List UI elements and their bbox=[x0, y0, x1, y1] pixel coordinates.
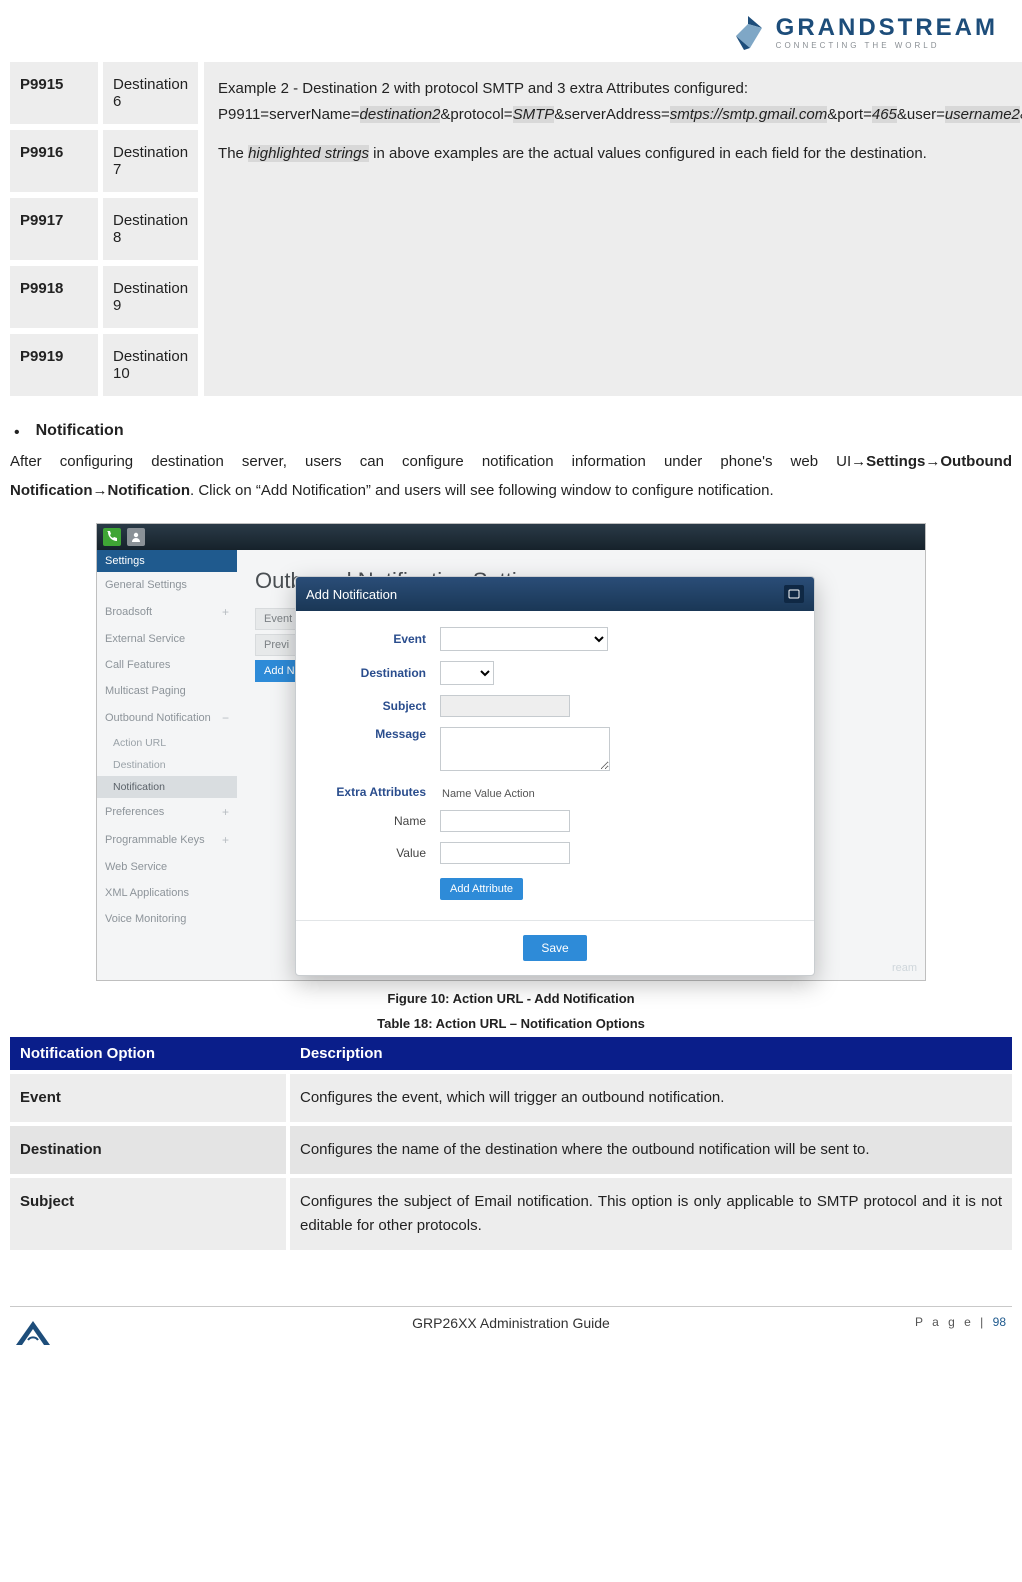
label-subject: Subject bbox=[314, 699, 440, 713]
footer-guide-title: GRP26XX Administration Guide bbox=[412, 1315, 610, 1331]
table-row: P9915Destination 6 bbox=[10, 62, 198, 124]
add-notification-modal: Add Notification Event Destination Subje… bbox=[295, 576, 815, 976]
header-description: Description bbox=[290, 1037, 1012, 1070]
brand-tagline: CONNECTING THE WORLD bbox=[776, 42, 998, 50]
label-event: Event bbox=[314, 632, 440, 646]
sidebar-item-web-service[interactable]: Web Service bbox=[97, 854, 237, 880]
opt-desc: Configures the subject of Email notifica… bbox=[290, 1174, 1012, 1250]
dest-code: P9919 bbox=[10, 334, 98, 396]
attr-name-input[interactable] bbox=[440, 810, 570, 832]
notification-options-table: Notification Option Description EventCon… bbox=[10, 1037, 1012, 1250]
sidebar-sub-destination[interactable]: Destination bbox=[97, 754, 237, 776]
plus-icon: + bbox=[222, 805, 229, 819]
example-config-string: P9911=serverName=destination2&protocol=S… bbox=[218, 102, 1022, 128]
dest-label: Destination 8 bbox=[103, 198, 198, 260]
sidebar-item-broadsoft[interactable]: Broadsoft+ bbox=[97, 598, 237, 626]
table-row: DestinationConfigures the name of the de… bbox=[10, 1122, 1012, 1174]
example-note: The highlighted strings in above example… bbox=[218, 141, 1022, 167]
bullet-icon: • bbox=[14, 422, 20, 444]
sidebar-item-call-features[interactable]: Call Features bbox=[97, 652, 237, 678]
label-extra-attributes: Extra Attributes bbox=[314, 785, 440, 799]
label-name: Name bbox=[314, 814, 440, 828]
brand-name: GRANDSTREAM bbox=[776, 16, 998, 40]
table-row: P9919Destination 10 bbox=[10, 334, 198, 396]
opt-key: Destination bbox=[10, 1122, 290, 1174]
header-option: Notification Option bbox=[10, 1037, 290, 1070]
sidebar-item-xml-apps[interactable]: XML Applications bbox=[97, 880, 237, 906]
sidebar-item-voice-monitoring[interactable]: Voice Monitoring bbox=[97, 906, 237, 932]
table-row: P9916Destination 7 bbox=[10, 130, 198, 192]
sidebar-item-preferences[interactable]: Preferences+ bbox=[97, 798, 237, 826]
notification-title: Notification bbox=[36, 422, 124, 440]
example-text: Example 2 - Destination 2 with protocol … bbox=[204, 62, 1022, 396]
brand-mark-icon bbox=[730, 14, 766, 52]
attr-value-input[interactable] bbox=[440, 842, 570, 864]
notification-paragraph: After configuring destination server, us… bbox=[10, 448, 1012, 505]
label-message: Message bbox=[314, 727, 440, 741]
table-row: P9918Destination 9 bbox=[10, 266, 198, 328]
figure-caption: Figure 10: Action URL - Add Notification bbox=[10, 991, 1012, 1006]
screenshot-sidebar: Settings General Settings Broadsoft+ Ext… bbox=[97, 550, 237, 980]
sidebar-sub-notification[interactable]: Notification bbox=[97, 776, 237, 798]
brand-header: GRANDSTREAM CONNECTING THE WORLD bbox=[10, 10, 1012, 62]
plus-icon: + bbox=[222, 605, 229, 619]
sidebar-sub-action-url[interactable]: Action URL bbox=[97, 732, 237, 754]
dest-code: P9917 bbox=[10, 198, 98, 260]
table-row: EventConfigures the event, which will tr… bbox=[10, 1070, 1012, 1122]
opt-desc: Configures the event, which will trigger… bbox=[290, 1070, 1012, 1122]
example-lead: Example 2 - Destination 2 with protocol … bbox=[218, 76, 1022, 102]
close-icon[interactable] bbox=[784, 585, 804, 603]
sidebar-item-programmable-keys[interactable]: Programmable Keys+ bbox=[97, 826, 237, 854]
contacts-icon bbox=[127, 528, 145, 546]
screenshot: Settings General Settings Broadsoft+ Ext… bbox=[96, 523, 926, 981]
sidebar-item-external-service[interactable]: External Service bbox=[97, 626, 237, 652]
label-destination: Destination bbox=[314, 666, 440, 680]
brand-logo: GRANDSTREAM CONNECTING THE WORLD bbox=[730, 14, 998, 52]
dest-label: Destination 6 bbox=[103, 62, 198, 124]
phone-icon bbox=[103, 528, 121, 546]
modal-header: Add Notification bbox=[296, 577, 814, 611]
table-row: P9917Destination 8 bbox=[10, 198, 198, 260]
extra-attr-columns: Name Value Action bbox=[442, 788, 535, 800]
dest-code: P9918 bbox=[10, 266, 98, 328]
label-value: Value bbox=[314, 846, 440, 860]
footer-brand-fragment: ream bbox=[892, 962, 917, 974]
sidebar-item-general[interactable]: General Settings bbox=[97, 572, 237, 598]
add-attribute-button[interactable]: Add Attribute bbox=[440, 878, 523, 900]
dest-label: Destination 7 bbox=[103, 130, 198, 192]
brand-text: GRANDSTREAM CONNECTING THE WORLD bbox=[776, 16, 998, 50]
minus-icon: − bbox=[222, 711, 229, 725]
save-button[interactable]: Save bbox=[523, 935, 586, 961]
dest-code: P9915 bbox=[10, 62, 98, 124]
event-select[interactable] bbox=[440, 627, 608, 651]
table-caption: Table 18: Action URL – Notification Opti… bbox=[10, 1016, 1012, 1031]
page-footer: GRP26XX Administration Guide P a g e | 9… bbox=[10, 1306, 1012, 1345]
footer-logo-icon bbox=[16, 1315, 50, 1345]
table-row: SubjectConfigures the subject of Email n… bbox=[10, 1174, 1012, 1250]
screenshot-topbar bbox=[97, 524, 925, 550]
plus-icon: + bbox=[222, 833, 229, 847]
opt-desc: Configures the name of the destination w… bbox=[290, 1122, 1012, 1174]
message-textarea[interactable] bbox=[440, 727, 610, 771]
sidebar-header: Settings bbox=[97, 550, 237, 572]
dest-code: P9916 bbox=[10, 130, 98, 192]
dest-label: Destination 9 bbox=[103, 266, 198, 328]
destinations-block: P9915Destination 6 P9916Destination 7 P9… bbox=[10, 62, 1012, 396]
notification-heading: • Notification bbox=[14, 422, 1012, 444]
sidebar-item-multicast[interactable]: Multicast Paging bbox=[97, 678, 237, 704]
table-header-row: Notification Option Description bbox=[10, 1037, 1012, 1070]
dest-label: Destination 10 bbox=[103, 334, 198, 396]
footer-page: P a g e | 98 bbox=[915, 1315, 1006, 1329]
modal-title: Add Notification bbox=[306, 587, 397, 602]
opt-key: Subject bbox=[10, 1174, 290, 1250]
destination-select[interactable] bbox=[440, 661, 494, 685]
tab-preview[interactable]: Previ bbox=[255, 634, 298, 656]
subject-input[interactable] bbox=[440, 695, 570, 717]
opt-key: Event bbox=[10, 1070, 290, 1122]
destinations-list: P9915Destination 6 P9916Destination 7 P9… bbox=[10, 62, 198, 396]
sidebar-item-outbound-notification[interactable]: Outbound Notification− bbox=[97, 704, 237, 732]
